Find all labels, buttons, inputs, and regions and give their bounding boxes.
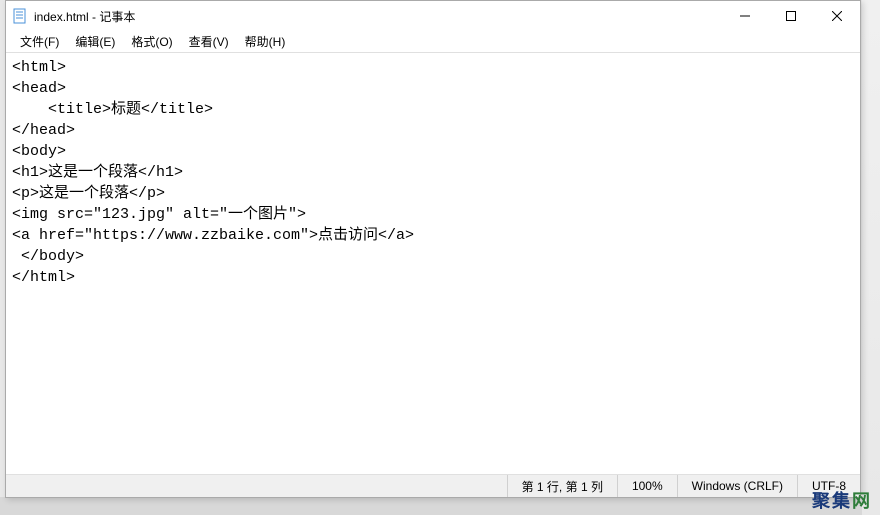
watermark: 聚集网	[812, 487, 872, 513]
watermark-text-1: 聚集	[812, 491, 852, 511]
maximize-button[interactable]	[768, 1, 814, 31]
statusbar: 第 1 行, 第 1 列 100% Windows (CRLF) UTF-8	[6, 474, 860, 497]
titlebar[interactable]: index.html - 记事本	[6, 1, 860, 31]
desktop-background	[0, 497, 880, 515]
right-edge-strip	[862, 0, 880, 515]
menu-edit[interactable]: 编辑(E)	[67, 31, 123, 52]
notepad-icon	[12, 8, 28, 24]
status-zoom: 100%	[617, 475, 677, 497]
notepad-window: index.html - 记事本 文件(F) 编辑(E) 格式(O) 查看(V)…	[5, 0, 861, 498]
menubar: 文件(F) 编辑(E) 格式(O) 查看(V) 帮助(H)	[6, 31, 860, 53]
menu-format[interactable]: 格式(O)	[123, 31, 180, 52]
minimize-button[interactable]	[722, 1, 768, 31]
status-position: 第 1 行, 第 1 列	[507, 475, 617, 497]
status-line-ending: Windows (CRLF)	[677, 475, 797, 497]
watermark-text-2: 网	[852, 491, 872, 511]
menu-help[interactable]: 帮助(H)	[237, 31, 294, 52]
window-controls	[722, 1, 860, 31]
window-title: index.html - 记事本	[34, 8, 722, 25]
close-button[interactable]	[814, 1, 860, 31]
menu-view[interactable]: 查看(V)	[181, 31, 237, 52]
text-editor-area[interactable]: <html> <head> <title>标题</title> </head> …	[6, 53, 860, 474]
menu-file[interactable]: 文件(F)	[12, 31, 67, 52]
